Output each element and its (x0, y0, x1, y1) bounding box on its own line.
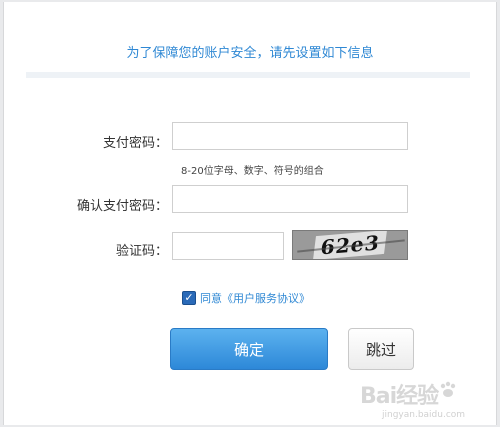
confirm-password-label: 确认支付密码： (76, 199, 168, 214)
paw-icon (440, 381, 456, 397)
pay-password-input[interactable] (172, 122, 408, 150)
dialog-title: 为了保障您的账户安全，请先设置如下信息 (126, 46, 374, 61)
baidu-watermark: Bai经验 jingyan.baidu.com (360, 378, 490, 422)
pay-password-label: 支付密码： (102, 136, 168, 151)
checkmark-icon: ✓ (184, 291, 194, 304)
captcha-image[interactable]: 62e3 (292, 230, 408, 260)
captcha-label: 验证码： (115, 244, 168, 259)
watermark-logo: Bai经验 (360, 384, 439, 409)
agreement-checkbox[interactable]: ✓ (182, 291, 196, 305)
header-divider (26, 72, 470, 78)
agreement-row: ✓ 同意《用户服务协议》 (182, 290, 310, 306)
agreement-link[interactable]: 同意《用户服务协议》 (200, 290, 310, 306)
skip-button[interactable]: 跳过 (348, 328, 414, 370)
watermark-url: jingyan.baidu.com (382, 410, 466, 420)
captcha-input[interactable] (172, 232, 284, 260)
setup-dialog: 为了保障您的账户安全，请先设置如下信息 支付密码： 8-20位字母、数字、符号的… (3, 2, 497, 425)
confirm-button[interactable]: 确定 (170, 328, 328, 370)
confirm-password-input[interactable] (172, 185, 408, 213)
pay-password-hint: 8-20位字母、数字、符号的组合 (181, 166, 324, 177)
